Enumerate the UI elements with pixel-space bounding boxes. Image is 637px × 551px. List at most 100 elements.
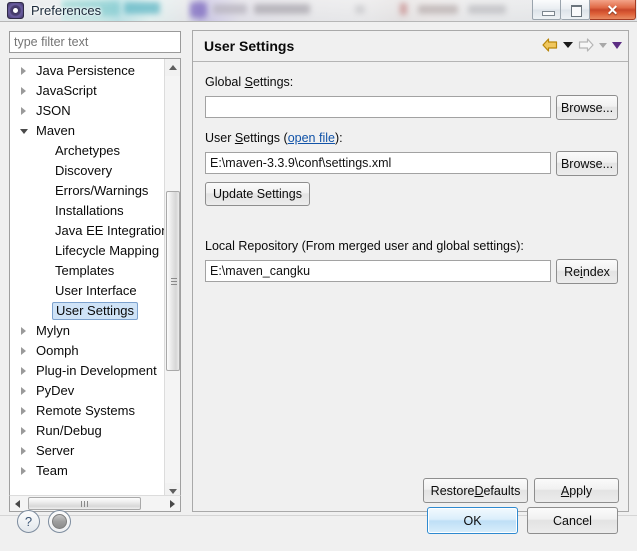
ok-button[interactable]: OK — [427, 507, 518, 534]
chevron-right-icon[interactable] — [21, 387, 26, 395]
tree-item-maven[interactable]: Maven — [10, 121, 164, 141]
chevron-right-icon[interactable] — [21, 87, 26, 95]
vertical-scroll-thumb[interactable] — [166, 191, 180, 371]
preferences-tree[interactable]: Java Persistence JavaScript JSON Maven Arche… — [9, 58, 181, 501]
update-settings-button[interactable]: Update Settings — [205, 182, 310, 206]
tree-item-label: Errors/Warnings — [55, 183, 149, 198]
tree-item-archetypes[interactable]: Archetypes — [10, 141, 164, 161]
chevron-right-icon[interactable] — [21, 107, 26, 115]
restore-defaults-button[interactable]: Restore Defaults — [423, 478, 528, 503]
chevron-right-icon[interactable] — [21, 347, 26, 355]
global-settings-label-accel: S — [244, 75, 253, 89]
tree-item-errors-warnings[interactable]: Errors/Warnings — [10, 181, 164, 201]
circle-button-icon[interactable] — [48, 510, 71, 533]
chevron-right-icon[interactable] — [21, 467, 26, 475]
tree-item-run-debug[interactable]: Run/Debug — [10, 421, 164, 441]
forward-history-chevron-down-icon — [599, 42, 607, 48]
reindex-button[interactable]: Re i ndex — [556, 259, 618, 284]
chevron-down-icon[interactable] — [20, 129, 28, 134]
global-settings-browse-button[interactable]: Browse... — [556, 95, 618, 120]
chevron-right-icon[interactable] — [21, 367, 26, 375]
tree-item-user-interface[interactable]: User Interface — [10, 281, 164, 301]
local-repository-label: Local Repository (From merged user and g… — [205, 239, 524, 253]
cancel-button[interactable]: Cancel — [527, 507, 618, 534]
tree-item-discovery[interactable]: Discovery — [10, 161, 164, 181]
user-settings-browse-button[interactable]: Browse... — [556, 151, 618, 176]
tree-item-list: Java Persistence JavaScript JSON Maven Arche… — [10, 61, 164, 485]
tree-item-mylyn[interactable]: Mylyn — [10, 321, 164, 341]
tree-item-label: Templates — [55, 263, 115, 278]
user-settings-label: User Settings (open file): — [205, 131, 343, 145]
chevron-right-icon[interactable] — [21, 327, 26, 335]
help-icon[interactable]: ? — [17, 510, 40, 533]
chevron-right-icon[interactable] — [21, 407, 26, 415]
chevron-right-icon[interactable] — [21, 447, 26, 455]
tree-item-label: User Interface — [55, 283, 137, 298]
back-history-chevron-down-icon[interactable] — [563, 42, 573, 48]
window-controls: ✕ — [532, 0, 636, 20]
horizontal-scroll-thumb[interactable] — [28, 497, 141, 510]
tree-item-label: Run/Debug — [36, 423, 102, 438]
global-settings-label-pre: Global — [205, 75, 245, 89]
close-icon: ✕ — [606, 1, 619, 18]
tree-item-label: Remote Systems — [36, 403, 135, 418]
tree-item-javascript[interactable]: JavaScript — [10, 81, 164, 101]
tree-item-pydev[interactable]: PyDev — [10, 381, 164, 401]
scroll-up-icon[interactable] — [165, 59, 180, 76]
minimize-button[interactable] — [532, 0, 561, 20]
view-menu-chevron-down-icon[interactable] — [612, 41, 622, 49]
user-settings-label-accel: S — [234, 131, 244, 145]
panel-navigation — [542, 38, 622, 52]
local-repository-input[interactable] — [205, 260, 551, 282]
desktop-blur-artifact — [213, 4, 247, 14]
tree-item-remote-systems[interactable]: Remote Systems — [10, 401, 164, 421]
user-settings-input[interactable] — [205, 152, 551, 174]
tree-horizontal-scrollbar[interactable] — [9, 495, 181, 512]
tree-item-user-settings[interactable]: User Settings — [10, 301, 164, 321]
tree-item-label: User Settings — [52, 302, 139, 320]
restore-defaults-label-pre: Restore — [430, 483, 475, 498]
tree-item-label: Archetypes — [55, 143, 121, 158]
chevron-right-icon[interactable] — [21, 427, 26, 435]
reindex-label-pre: Re — [564, 264, 581, 279]
tree-item-json[interactable]: JSON — [10, 101, 164, 121]
apply-label-post: pply — [569, 483, 593, 498]
tree-item-templates[interactable]: Templates — [10, 261, 164, 281]
global-settings-label: Global Settings: — [205, 75, 293, 89]
apply-button[interactable]: Apply — [534, 478, 619, 503]
desktop-blur-artifact — [400, 3, 407, 15]
chevron-right-icon[interactable] — [21, 67, 26, 75]
user-settings-label-mid: ettings ( — [243, 131, 288, 145]
tree-vertical-scrollbar[interactable] — [164, 59, 180, 500]
maximize-button[interactable] — [561, 0, 590, 20]
tree-item-team[interactable]: Team — [10, 461, 164, 481]
settings-panel: User Settings Global Settings: Browse...… — [192, 30, 629, 512]
restore-defaults-label-post: efaults — [483, 483, 521, 498]
tree-item-label: Lifecycle Mapping — [55, 243, 160, 258]
global-settings-input[interactable] — [205, 96, 551, 118]
panel-header: User Settings — [193, 31, 628, 62]
tree-item-label: Server — [36, 443, 75, 458]
tree-item-plug-in-development[interactable]: Plug-in Development — [10, 361, 164, 381]
scroll-left-icon[interactable] — [10, 496, 26, 511]
close-button[interactable]: ✕ — [590, 0, 636, 20]
back-arrow-icon[interactable] — [542, 38, 558, 52]
tree-item-label: Discovery — [55, 163, 113, 178]
tree-item-java-persistence[interactable]: Java Persistence — [10, 61, 164, 81]
scroll-right-icon[interactable] — [164, 496, 180, 511]
tree-item-oomph[interactable]: Oomph — [10, 341, 164, 361]
global-settings-label-post: ettings: — [252, 75, 294, 89]
tree-item-label: Oomph — [36, 343, 79, 358]
tree-item-installations[interactable]: Installations — [10, 201, 164, 221]
tree-item-lifecycle-mapping[interactable]: Lifecycle Mapping — [10, 241, 164, 261]
filter-input[interactable] — [9, 31, 181, 53]
restore-defaults-label-accel: D — [474, 483, 484, 498]
tree-item-java-ee-integration[interactable]: Java EE Integration — [10, 221, 164, 241]
panel-body: Global Settings: Browse... User Settings… — [193, 63, 628, 511]
window-titlebar[interactable]: Preferences ✕ — [0, 0, 637, 21]
tree-item-server[interactable]: Server — [10, 441, 164, 461]
open-file-link[interactable]: open file — [288, 131, 335, 145]
apply-label-accel: A — [560, 483, 570, 498]
desktop-blur-artifact — [468, 5, 506, 14]
tree-item-label: Java Persistence — [36, 63, 135, 78]
